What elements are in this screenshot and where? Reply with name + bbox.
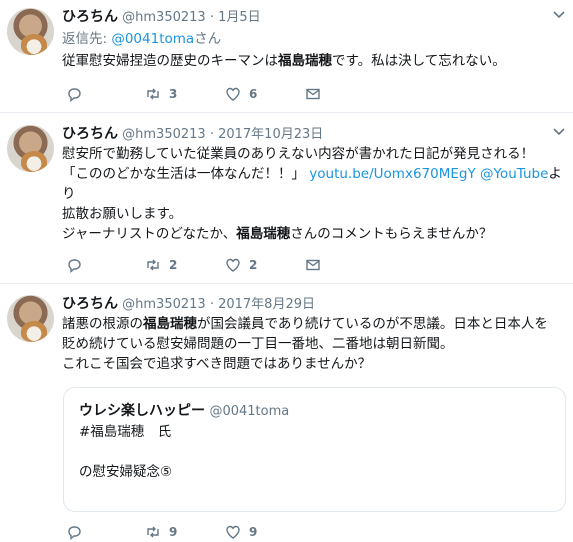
- message-button[interactable]: [305, 86, 321, 102]
- reply-suffix: さん: [194, 31, 222, 47]
- avatar-photo: [21, 34, 47, 55]
- quoted-tweet-text: #福島瑞穂 氏 の慰安婦疑念⑤: [79, 422, 172, 482]
- display-name[interactable]: ひろちん: [62, 9, 118, 25]
- like-button[interactable]: 2: [225, 257, 257, 273]
- like-count: 2: [249, 258, 258, 272]
- text-line: 貶め続けている慰安婦問題の一丁目一番地、二番地は朝日新聞。: [62, 336, 454, 352]
- tweet[interactable]: ひろちん @hm350213 · 2017年8月29日 諸悪の根源の福島瑞穂が国…: [0, 284, 573, 542]
- text-line: ジャーナリストのどなたか、福島瑞穂さんのコメントもらえませんか？: [62, 224, 565, 244]
- reply-prefix: 返信先:: [62, 31, 112, 47]
- tweet[interactable]: ひろちん @hm350213 · 1月5日 返信先: @0041tomaさん 従…: [0, 0, 573, 113]
- reply-icon: [68, 88, 81, 102]
- retweet-icon: [147, 259, 159, 271]
- timestamp[interactable]: 1月5日: [218, 10, 261, 25]
- display-name[interactable]: ひろちん: [62, 126, 118, 142]
- quoted-display-name: ウレシ楽しハッピー: [79, 403, 205, 419]
- text-segment: 諸悪の根源の: [62, 316, 143, 332]
- message-button[interactable]: [305, 257, 321, 273]
- tweet[interactable]: ひろちん @hm350213 · 2017年10月23日 慰安所で勤務していた従…: [0, 113, 573, 284]
- text-line: 慰安所で勤務していた従業員のありえない内容が書かれた日記が発見される！: [62, 146, 535, 162]
- reply-button[interactable]: [66, 257, 90, 273]
- like-icon: [226, 258, 240, 272]
- like-icon: [226, 87, 240, 101]
- display-name[interactable]: ひろちん: [62, 296, 118, 312]
- like-button[interactable]: 9: [225, 524, 257, 540]
- text-line: 「こののどかな生活は一体なんだ！！」 youtu.be/Uomx670MEgY …: [62, 164, 565, 184]
- retweet-button[interactable]: 3: [145, 86, 177, 102]
- retweet-icon: [147, 88, 159, 100]
- retweet-button[interactable]: 9: [145, 524, 177, 540]
- text-bold: 福島瑞穂: [278, 53, 332, 69]
- like-count: 6: [249, 87, 258, 101]
- mention-link[interactable]: @YouTube: [480, 166, 548, 182]
- text-line: これこそ国会で追求すべき問題ではありませんか？: [62, 356, 372, 372]
- quoted-tweet[interactable]: ウレシ楽しハッピー @0041toma #福島瑞穂 氏 の慰安婦疑念⑤: [63, 387, 566, 512]
- text-segment: 「こののどかな生活は一体なんだ！！」: [62, 166, 305, 182]
- text-segment: が国会議員であり続けているのが不思議。日本と日本人を: [197, 316, 548, 332]
- text-segment: です。私は決して忘れない。: [332, 53, 506, 69]
- chevron-down-icon[interactable]: [553, 9, 565, 22]
- chevron-down-icon[interactable]: [553, 126, 565, 139]
- like-icon: [226, 525, 240, 539]
- timestamp[interactable]: 2017年10月23日: [218, 127, 323, 142]
- reply-to-link[interactable]: @0041toma: [111, 31, 194, 47]
- avatar[interactable]: [7, 295, 54, 342]
- retweet-count: 3: [169, 87, 178, 101]
- text-line: #福島瑞穂 氏: [79, 424, 172, 440]
- text-line: り: [62, 186, 76, 202]
- tweet-header: ひろちん @hm350213 · 1月5日: [62, 9, 261, 25]
- reply-context: 返信先: @0041tomaさん: [62, 29, 565, 49]
- quoted-user-handle: @0041toma: [209, 404, 290, 419]
- text-segment: 従軍慰安婦捏造の歴史のキーマンは: [62, 53, 278, 69]
- avatar-photo: [21, 321, 47, 342]
- reply-button[interactable]: [66, 524, 90, 540]
- text-bold: 福島瑞穂: [236, 226, 291, 242]
- tweet-text: 従軍慰安婦捏造の歴史のキーマンは福島瑞穂です。私は決して忘れない。: [62, 51, 565, 71]
- text-segment: ジャーナリストのどなたか、: [62, 226, 237, 242]
- avatar-photo: [21, 151, 47, 172]
- text-line: の慰安婦疑念⑤: [79, 464, 173, 480]
- avatar[interactable]: [7, 8, 54, 55]
- message-icon: [306, 259, 320, 271]
- retweet-count: 2: [169, 258, 178, 272]
- text-line: 諸悪の根源の福島瑞穂が国会議員であり続けているのが不思議。日本と日本人を: [62, 314, 565, 334]
- youtube-link[interactable]: youtu.be/Uomx670MEgY: [309, 166, 475, 182]
- retweet-icon: [147, 526, 159, 538]
- timestamp[interactable]: 2017年8月29日: [218, 297, 315, 312]
- like-button[interactable]: 6: [225, 86, 257, 102]
- reply-icon: [68, 526, 81, 540]
- retweet-count: 9: [169, 525, 178, 539]
- message-icon: [306, 88, 320, 100]
- avatar[interactable]: [7, 125, 54, 172]
- like-count: 9: [249, 525, 258, 539]
- tweet-text: 慰安所で勤務していた従業員のありえない内容が書かれた日記が発見される！ 「このの…: [62, 144, 565, 244]
- retweet-button[interactable]: 2: [145, 257, 177, 273]
- user-handle[interactable]: @hm350213: [122, 127, 206, 142]
- text-bold: 福島瑞穂: [143, 316, 197, 332]
- user-handle[interactable]: @hm350213: [122, 297, 206, 312]
- reply-icon: [68, 259, 81, 273]
- tweet-header: ひろちん @hm350213 · 2017年8月29日: [62, 296, 315, 312]
- tweet-header: ひろちん @hm350213 · 2017年10月23日: [62, 126, 324, 142]
- text-segment: よ: [548, 166, 562, 182]
- reply-button[interactable]: [66, 86, 90, 102]
- text-segment: さんのコメントもらえませんか？: [290, 226, 493, 242]
- quoted-tweet-header: ウレシ楽しハッピー @0041toma: [79, 400, 289, 420]
- user-handle[interactable]: @hm350213: [122, 10, 206, 25]
- tweet-text: 諸悪の根源の福島瑞穂が国会議員であり続けているのが不思議。日本と日本人を 貶め続…: [62, 314, 565, 374]
- text-line: 拡散お願いします。: [62, 206, 183, 222]
